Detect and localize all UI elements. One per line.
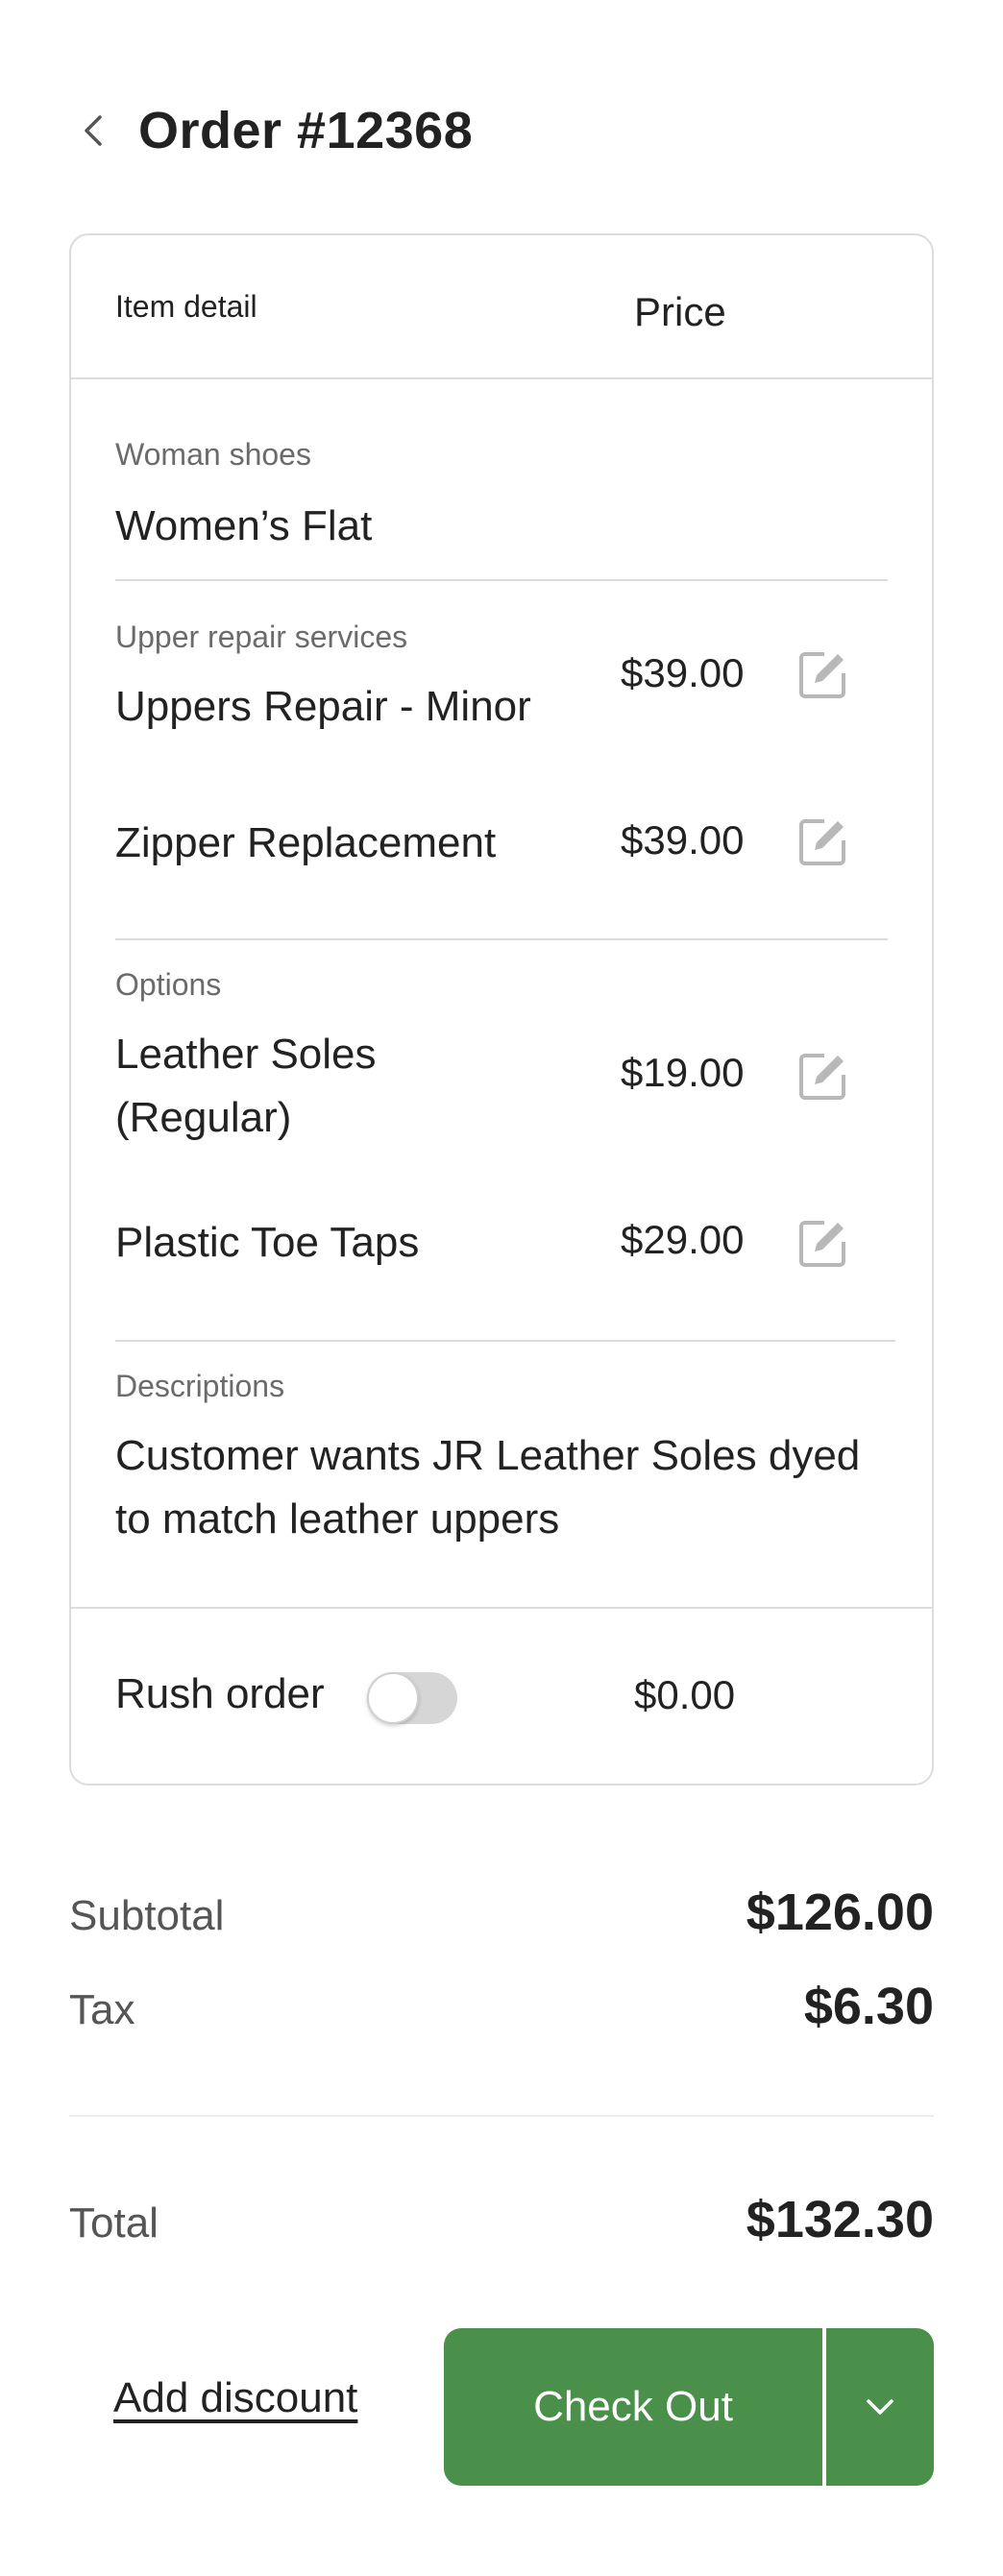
tax-label: Tax (69, 1986, 135, 2033)
column-header-price: Price (634, 289, 726, 334)
subtotal-value: $126.00 (746, 1883, 934, 1941)
option-price: $19.00 (621, 1050, 745, 1095)
shoe-category-label: Woman shoes (115, 437, 311, 472)
rush-order-label: Rush order (115, 1670, 325, 1717)
divider (115, 938, 888, 940)
add-discount-link[interactable]: Add discount (113, 2374, 357, 2422)
chevron-down-icon (867, 2399, 893, 2415)
checkout-button[interactable]: Check Out (444, 2328, 822, 2486)
option-name: Plastic Toe Taps (115, 1219, 420, 1266)
option-price: $29.00 (621, 1217, 745, 1262)
rush-order-row: Rush order $0.00 (71, 1607, 932, 1786)
edit-button[interactable] (795, 1217, 849, 1271)
tax-value: $6.30 (803, 1978, 934, 2035)
divider (115, 1340, 895, 1342)
rush-order-toggle[interactable] (367, 1672, 457, 1724)
service-price: $39.00 (621, 650, 745, 695)
total-value: $132.30 (746, 2191, 934, 2248)
summary-divider (69, 2115, 934, 2117)
edit-icon (799, 1221, 845, 1267)
column-header-item: Item detail (115, 289, 257, 324)
rush-order-price: $0.00 (634, 1672, 736, 1717)
order-items-card: Item detail Price Woman shoes Women’s Fl… (69, 233, 934, 1786)
checkout-split-button: Check Out (444, 2328, 934, 2486)
total-label: Total (69, 2199, 159, 2247)
shoe-name: Women’s Flat (115, 502, 373, 549)
page-header: Order #12368 (69, 92, 473, 169)
edit-icon (799, 1054, 845, 1100)
checkout-options-button[interactable] (826, 2328, 934, 2486)
subtotal-label: Subtotal (69, 1892, 225, 1939)
description-text: Customer wants JR Leather Soles dyed to … (115, 1432, 861, 1543)
edit-icon (799, 819, 845, 865)
table-header: Item detail Price (71, 235, 932, 379)
page-title: Order #12368 (138, 102, 474, 159)
descriptions-label: Descriptions (115, 1369, 285, 1403)
edit-button[interactable] (795, 815, 849, 869)
back-button[interactable] (69, 108, 115, 154)
option-name: Leather Soles (Regular) (115, 1031, 377, 1141)
toggle-knob (367, 1672, 419, 1724)
chevron-left-icon (85, 115, 102, 146)
divider (115, 579, 888, 581)
options-group-label: Options (115, 967, 222, 1002)
edit-button[interactable] (795, 1050, 849, 1104)
upper-repair-group-label: Upper repair services (115, 620, 408, 654)
edit-icon (799, 652, 845, 698)
service-name: Uppers Repair - Minor (115, 683, 531, 730)
edit-button[interactable] (795, 648, 849, 702)
service-price: $39.00 (621, 817, 745, 863)
service-name: Zipper Replacement (115, 819, 497, 866)
